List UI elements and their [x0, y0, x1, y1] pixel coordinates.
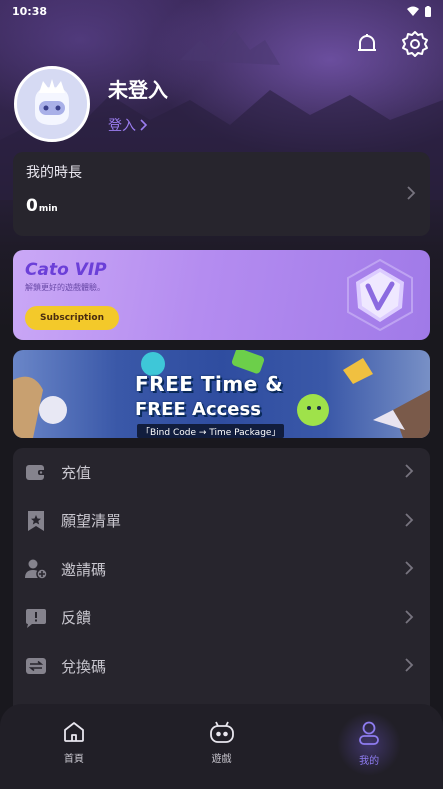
play-time-card[interactable]: 我的時長 0min — [13, 152, 430, 236]
header-actions — [353, 30, 429, 58]
gamepad-icon — [209, 721, 234, 743]
mascot-avatar-icon — [17, 69, 87, 139]
tab-label: 我的 — [359, 756, 380, 767]
menu-item-label: 兌換碼 — [61, 657, 107, 676]
avatar[interactable] — [14, 66, 90, 142]
promo-title-line2: FREE Access — [135, 399, 261, 420]
bell-icon[interactable] — [353, 30, 381, 58]
add-user-icon — [25, 558, 47, 580]
bottom-tab-bar: 首頁 遊戲 我的 — [0, 704, 443, 789]
chevron-right-icon — [140, 118, 148, 131]
chevron-right-icon — [407, 186, 416, 200]
promo-banner[interactable]: FREE Time & FREE Access 「Bind Code → Tim… — [13, 350, 430, 438]
menu-item-label: 充值 — [61, 463, 92, 482]
gear-icon[interactable] — [401, 30, 429, 58]
status-indicators — [407, 5, 431, 17]
chevron-right-icon — [405, 561, 414, 575]
vip-banner[interactable]: Cato VIP 解鎖更好的遊戲體驗。 Subscription — [13, 250, 430, 340]
menu-item-recharge[interactable]: 充值 — [13, 448, 430, 497]
play-time-unit: min — [38, 204, 58, 214]
menu-item-label: 邀請碼 — [61, 560, 107, 579]
chevron-right-icon — [405, 658, 414, 672]
login-link[interactable]: 登入 — [108, 115, 168, 135]
profile-section: 未登入 登入 — [14, 66, 168, 142]
login-label: 登入 — [108, 117, 136, 134]
wifi-icon — [407, 6, 419, 16]
status-time: 10:38 — [12, 4, 48, 18]
exchange-icon — [25, 655, 47, 677]
tab-label: 首頁 — [63, 754, 84, 765]
wallet-icon — [25, 461, 47, 483]
chevron-right-icon — [405, 609, 414, 624]
promo-code-text: 「Bind Code → Time Package」 — [137, 424, 285, 438]
settings-menu: 充值 願望清單 邀請碼 反饋 兌換碼 — [13, 448, 430, 710]
profile-icon — [359, 721, 380, 745]
play-time-title: 我的時長 — [26, 165, 82, 181]
promo-title-line1: FREE Time & — [135, 372, 284, 396]
profile-text: 未登入 登入 — [108, 74, 168, 135]
menu-item-invite-code[interactable]: 邀請碼 — [13, 545, 430, 594]
bookmark-star-icon — [25, 510, 47, 532]
menu-item-label: 反饋 — [61, 609, 92, 628]
play-time-value: 0min — [26, 196, 417, 216]
play-time-number: 0 — [26, 196, 38, 216]
menu-item-wishlist[interactable]: 願望清單 — [13, 497, 430, 546]
username: 未登入 — [108, 77, 168, 102]
status-bar: 10:38 — [0, 0, 443, 22]
menu-item-redeem-code[interactable]: 兌換碼 — [13, 642, 430, 691]
feedback-icon — [25, 607, 47, 629]
menu-item-label: 願望清單 — [61, 512, 122, 531]
subscription-button[interactable]: Subscription — [25, 306, 119, 330]
tab-label: 遊戲 — [211, 754, 232, 765]
menu-item-feedback[interactable]: 反饋 — [13, 594, 430, 643]
battery-icon — [425, 5, 431, 17]
tab-profile[interactable]: 我的 — [295, 704, 443, 789]
tab-games[interactable]: 遊戲 — [148, 704, 296, 789]
chevron-right-icon — [405, 464, 414, 478]
tab-home[interactable]: 首頁 — [0, 704, 148, 789]
home-icon — [63, 722, 84, 742]
vip-badge-icon — [340, 256, 420, 338]
chevron-right-icon — [405, 512, 414, 527]
